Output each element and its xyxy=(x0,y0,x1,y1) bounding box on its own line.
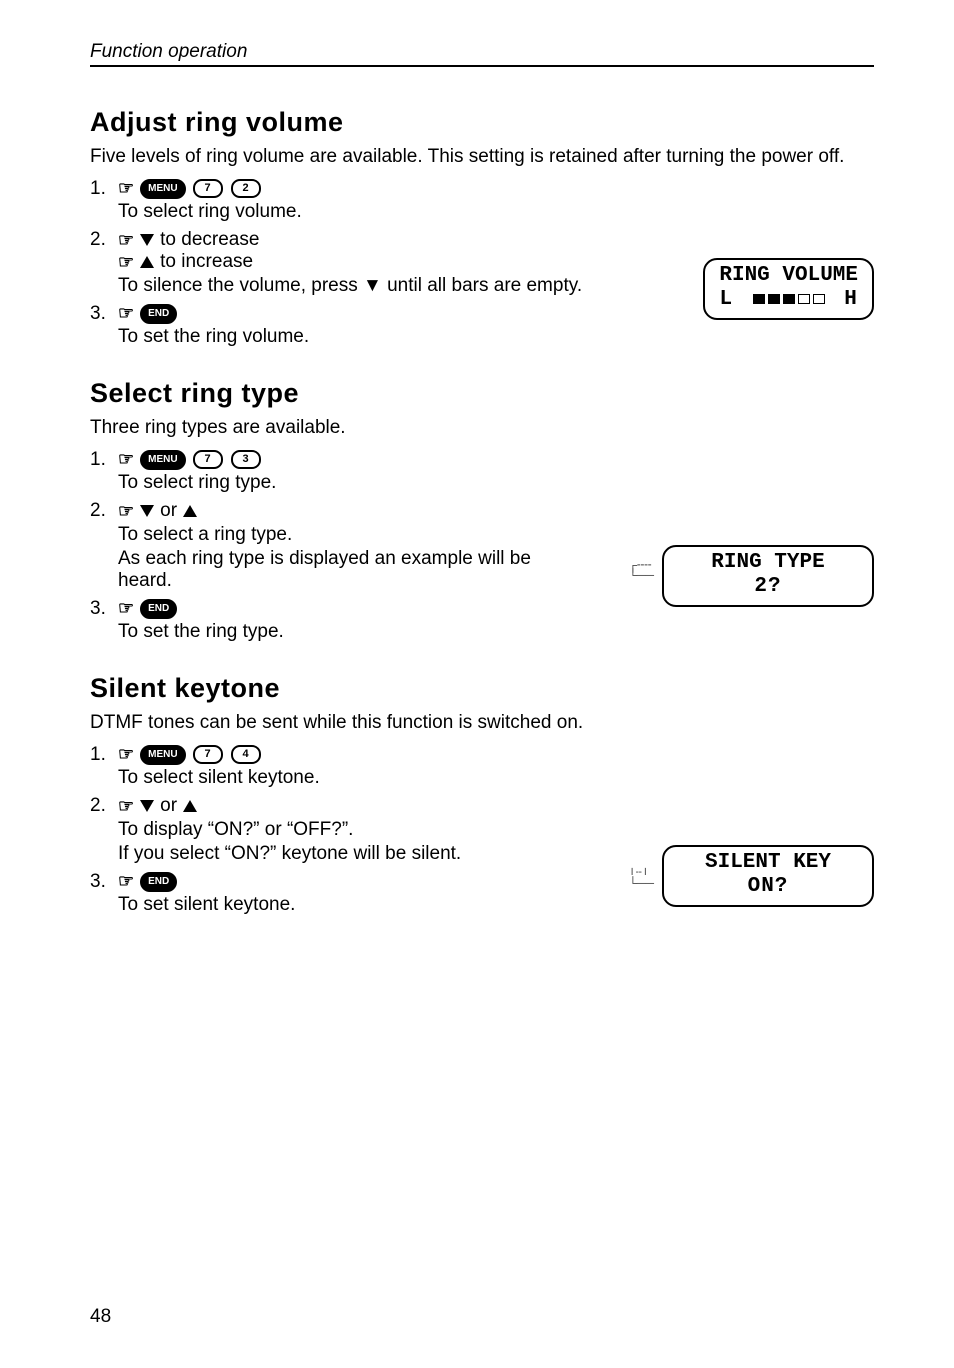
up-arrow-icon xyxy=(183,505,197,517)
end-key-icon: END xyxy=(140,599,177,619)
step-number: 3. xyxy=(90,598,118,620)
heading-silent-keytone: Silent keytone xyxy=(90,673,874,704)
step-number: 2. xyxy=(90,500,118,522)
lcd-line1: SILENT KEY xyxy=(678,851,858,875)
down-arrow-icon xyxy=(140,505,154,517)
volume-bars-icon xyxy=(753,294,825,304)
lcd-line2: ON? xyxy=(678,875,858,899)
down-arrow-icon xyxy=(140,234,154,246)
lcd-silent-key: SILENT KEY ON? xyxy=(662,845,874,907)
press-icon: ☞ xyxy=(118,449,134,470)
rv-step2b-text: to increase xyxy=(160,251,253,273)
key-2-icon: 2 xyxy=(231,179,261,198)
key-4-icon: 4 xyxy=(231,745,261,764)
intro-silent-keytone: DTMF tones can be sent while this functi… xyxy=(90,712,874,734)
menu-key-icon: MENU xyxy=(140,745,185,765)
lcd-ring-volume: RING VOLUME L H xyxy=(703,258,874,320)
rt-step3-text: To set the ring type. xyxy=(118,621,874,643)
lcd-ring-type: RING TYPE 2? xyxy=(662,545,874,607)
rt-step1-text: To select ring type. xyxy=(118,472,874,494)
running-head: Function operation xyxy=(90,41,247,67)
up-arrow-icon xyxy=(140,256,154,268)
step-number: 2. xyxy=(90,229,118,251)
rt-step1: 1. ☞ MENU 7 3 To select ring type. xyxy=(90,449,874,496)
step-number: 3. xyxy=(90,871,118,893)
menu-key-icon: MENU xyxy=(140,450,185,470)
key-7-icon: 7 xyxy=(193,745,223,764)
rt-step2a-text: To select a ring type. xyxy=(118,524,874,546)
lcd-line1: RING VOLUME xyxy=(719,264,858,288)
sk-step1-text: To select silent keytone. xyxy=(118,767,874,789)
phone-sketch-icon: ┌╌╌└── xyxy=(628,560,654,580)
lcd-H: H xyxy=(844,288,858,311)
sk-step1: 1. ☞ MENU 7 4 To select silent keytone. xyxy=(90,744,874,791)
press-icon: ☞ xyxy=(118,598,134,619)
press-icon: ☞ xyxy=(118,303,134,324)
rv-step3-text: To set the ring volume. xyxy=(118,326,874,348)
rv-step1-text: To select ring volume. xyxy=(118,201,874,223)
page-number: 48 xyxy=(90,1306,111,1328)
press-icon: ☞ xyxy=(118,796,134,817)
rt-step2b-text: As each ring type is displayed an exampl… xyxy=(118,548,548,592)
end-key-icon: END xyxy=(140,304,177,324)
heading-ring-volume: Adjust ring volume xyxy=(90,107,874,138)
key-7-icon: 7 xyxy=(193,450,223,469)
step-number: 2. xyxy=(90,795,118,817)
step-number: 1. xyxy=(90,744,118,766)
sk-step2a-text: To display “ON?” or “OFF?”. xyxy=(118,819,874,841)
key-7-icon: 7 xyxy=(193,179,223,198)
or-text: or xyxy=(160,795,177,817)
press-icon: ☞ xyxy=(118,871,134,892)
step-number: 1. xyxy=(90,178,118,200)
key-3-icon: 3 xyxy=(231,450,261,469)
heading-ring-type: Select ring type xyxy=(90,378,874,409)
intro-ring-volume: Five levels of ring volume are available… xyxy=(90,146,874,168)
lcd-L: L xyxy=(719,288,733,311)
press-icon: ☞ xyxy=(118,230,134,251)
rv-step2a-text: to decrease xyxy=(160,229,259,251)
up-arrow-icon xyxy=(183,800,197,812)
lcd-line2: 2? xyxy=(678,575,858,599)
down-arrow-icon xyxy=(140,800,154,812)
or-text: or xyxy=(160,500,177,522)
intro-ring-type: Three ring types are available. xyxy=(90,417,874,439)
press-icon: ☞ xyxy=(118,501,134,522)
step-number: 3. xyxy=(90,303,118,325)
end-key-icon: END xyxy=(140,872,177,892)
rv-step1: 1. ☞ MENU 7 2 To select ring volume. xyxy=(90,178,874,225)
phone-sketch-icon: ╷╌╷└── xyxy=(628,863,654,888)
menu-key-icon: MENU xyxy=(140,179,185,199)
press-icon: ☞ xyxy=(118,744,134,765)
step-number: 1. xyxy=(90,449,118,471)
press-icon: ☞ xyxy=(118,252,134,273)
lcd-line1: RING TYPE xyxy=(678,551,858,575)
press-icon: ☞ xyxy=(118,178,134,199)
